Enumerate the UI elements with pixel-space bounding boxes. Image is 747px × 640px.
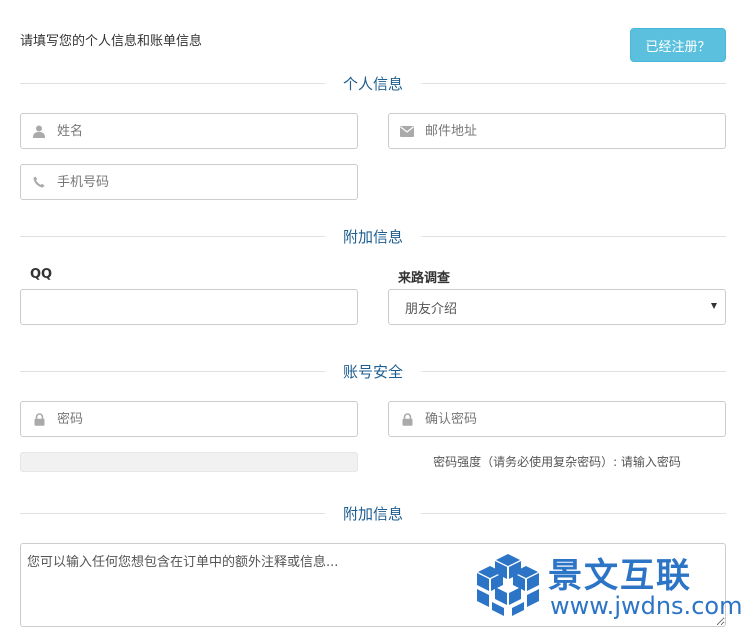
qq-field[interactable]: [20, 289, 358, 325]
phone-input[interactable]: [57, 174, 357, 190]
notes-textarea[interactable]: [20, 543, 726, 627]
name-input[interactable]: [57, 123, 357, 139]
lock-icon: [21, 412, 57, 426]
section-title-extra: 附加信息: [324, 226, 422, 247]
source-survey-label: 来路调查: [398, 271, 451, 286]
email-input[interactable]: [425, 123, 725, 139]
section-title-personal: 个人信息: [324, 73, 422, 94]
qq-label: QQ: [30, 267, 53, 282]
password-field[interactable]: [20, 401, 358, 437]
section-divider-notes: 附加信息: [20, 503, 726, 524]
section-divider-personal: 个人信息: [20, 73, 726, 94]
confirm-password-input[interactable]: [425, 411, 725, 427]
password-input[interactable]: [57, 411, 357, 427]
confirm-password-field[interactable]: [388, 401, 726, 437]
password-strength-bar: [20, 452, 358, 472]
section-divider-extra: 附加信息: [20, 226, 726, 247]
envelope-icon: [389, 125, 425, 137]
section-title-notes: 附加信息: [324, 503, 422, 524]
section-divider-security: 账号安全: [20, 361, 726, 382]
source-survey-selected-value: 朋友介绍: [405, 301, 458, 317]
phone-icon: [21, 176, 57, 188]
qq-input[interactable]: [21, 299, 357, 315]
dropdown-caret-icon: [711, 303, 717, 309]
email-field[interactable]: [388, 113, 726, 149]
section-title-security: 账号安全: [324, 361, 422, 382]
lock-icon: [389, 412, 425, 426]
already-registered-button[interactable]: 已经注册？: [630, 28, 726, 62]
user-icon: [21, 125, 57, 138]
password-strength-hint: 密码强度（请务必使用复杂密码）: 请输入密码: [433, 455, 681, 469]
phone-field[interactable]: [20, 164, 358, 200]
source-survey-select[interactable]: 朋友介绍: [388, 289, 726, 325]
name-field[interactable]: [20, 113, 358, 149]
form-intro-text: 请填写您的个人信息和账单信息: [20, 34, 203, 49]
